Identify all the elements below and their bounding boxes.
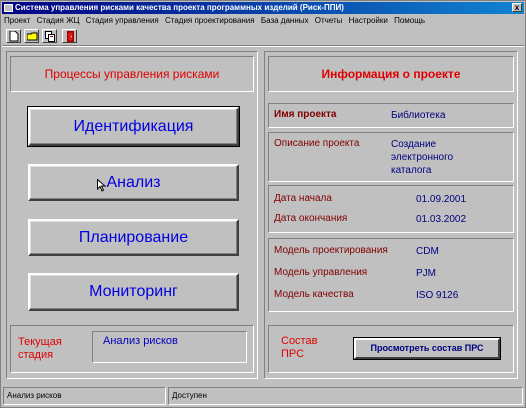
new-document-icon (9, 31, 19, 42)
project-models-group: Модель проектирования CDM Модель управле… (268, 238, 514, 312)
quality-model-value: ISO 9126 (416, 290, 459, 301)
composition-box: Состав ПРС Просмотреть состав ПРС (268, 325, 514, 373)
status-stage: Анализ рисков (3, 387, 166, 405)
exit-button[interactable] (62, 29, 77, 43)
menu-settings[interactable]: Настройки (347, 15, 390, 27)
current-stage-label: Текущая стадия (18, 336, 62, 361)
view-composition-button[interactable]: Просмотреть состав ПРС (354, 338, 500, 359)
menu-project[interactable]: Проект (2, 15, 32, 27)
copy-button[interactable] (42, 29, 57, 43)
open-folder-icon (27, 32, 38, 41)
toolbar-divider (2, 45, 524, 47)
open-folder-button[interactable] (24, 29, 39, 43)
new-document-button[interactable] (6, 29, 21, 43)
composition-label: Состав ПРС (281, 335, 318, 360)
risk-processes-heading: Процессы управления рисками (44, 67, 220, 81)
design-model-label: Модель проектирования (274, 245, 388, 256)
project-description-value: Создание электронного каталога (391, 139, 454, 176)
app-icon (4, 4, 13, 12)
status-availability: Доступен (168, 387, 523, 405)
status-bar: Анализ рисков Доступен (2, 386, 524, 406)
management-model-label: Модель управления (274, 267, 368, 278)
management-model-value: PJM (416, 268, 436, 279)
project-dates-group: Дата начала 01.09.2001 Дата окончания 01… (268, 185, 514, 233)
menu-design-stage[interactable]: Стадия проектирования (163, 15, 257, 27)
project-name-group: Имя проекта Библиотека (268, 103, 514, 128)
project-info-panel: Информация о проекте Имя проекта Библиот… (264, 51, 518, 379)
design-model-value: CDM (416, 246, 439, 257)
start-date-value: 01.09.2001 (416, 194, 467, 205)
analysis-button[interactable]: Анализ (28, 164, 239, 201)
menu-help[interactable]: Помощь (392, 15, 427, 27)
project-name-label: Имя проекта (274, 109, 337, 120)
toolbar (2, 28, 524, 44)
project-name-value: Библиотека (391, 110, 446, 121)
window-title: Система управления рисками качества прое… (15, 3, 344, 12)
project-description-group: Описание проекта Создание электронного к… (268, 132, 514, 182)
current-stage-value: Анализ рисков (103, 335, 178, 347)
current-stage-box: Текущая стадия Анализ рисков (10, 325, 254, 373)
title-bar[interactable]: Система управления рисками качества прое… (2, 2, 524, 14)
menu-management-stage[interactable]: Стадия управления (84, 15, 161, 27)
start-date-label: Дата начала (274, 193, 332, 204)
menu-reports[interactable]: Отчеты (313, 15, 345, 27)
risk-processes-header: Процессы управления рисками (10, 56, 254, 92)
monitoring-button[interactable]: Мониторинг (28, 273, 239, 311)
app-window: Система управления рисками качества прое… (0, 0, 526, 408)
menu-database[interactable]: База данных (259, 15, 311, 27)
menu-lifecycle-stage[interactable]: Стадия ЖЦ (35, 15, 82, 27)
project-info-header: Информация о проекте (268, 56, 514, 92)
copy-icon (45, 31, 55, 42)
mouse-cursor-icon (97, 179, 106, 192)
risk-processes-panel: Процессы управления рисками Идентификаци… (6, 51, 258, 379)
project-info-heading: Информация о проекте (321, 67, 461, 81)
current-stage-field: Анализ рисков (92, 331, 247, 363)
end-date-value: 01.03.2002 (416, 214, 467, 225)
close-button[interactable]: x (512, 3, 522, 12)
quality-model-label: Модель качества (274, 289, 354, 300)
identification-button[interactable]: Идентификация (27, 106, 240, 147)
project-description-label: Описание проекта (274, 138, 360, 149)
menu-bar: Проект Стадия ЖЦ Стадия управления Стади… (2, 15, 524, 27)
planning-button[interactable]: Планирование (28, 219, 239, 256)
exit-door-icon (67, 31, 74, 42)
end-date-label: Дата окончания (274, 213, 348, 224)
